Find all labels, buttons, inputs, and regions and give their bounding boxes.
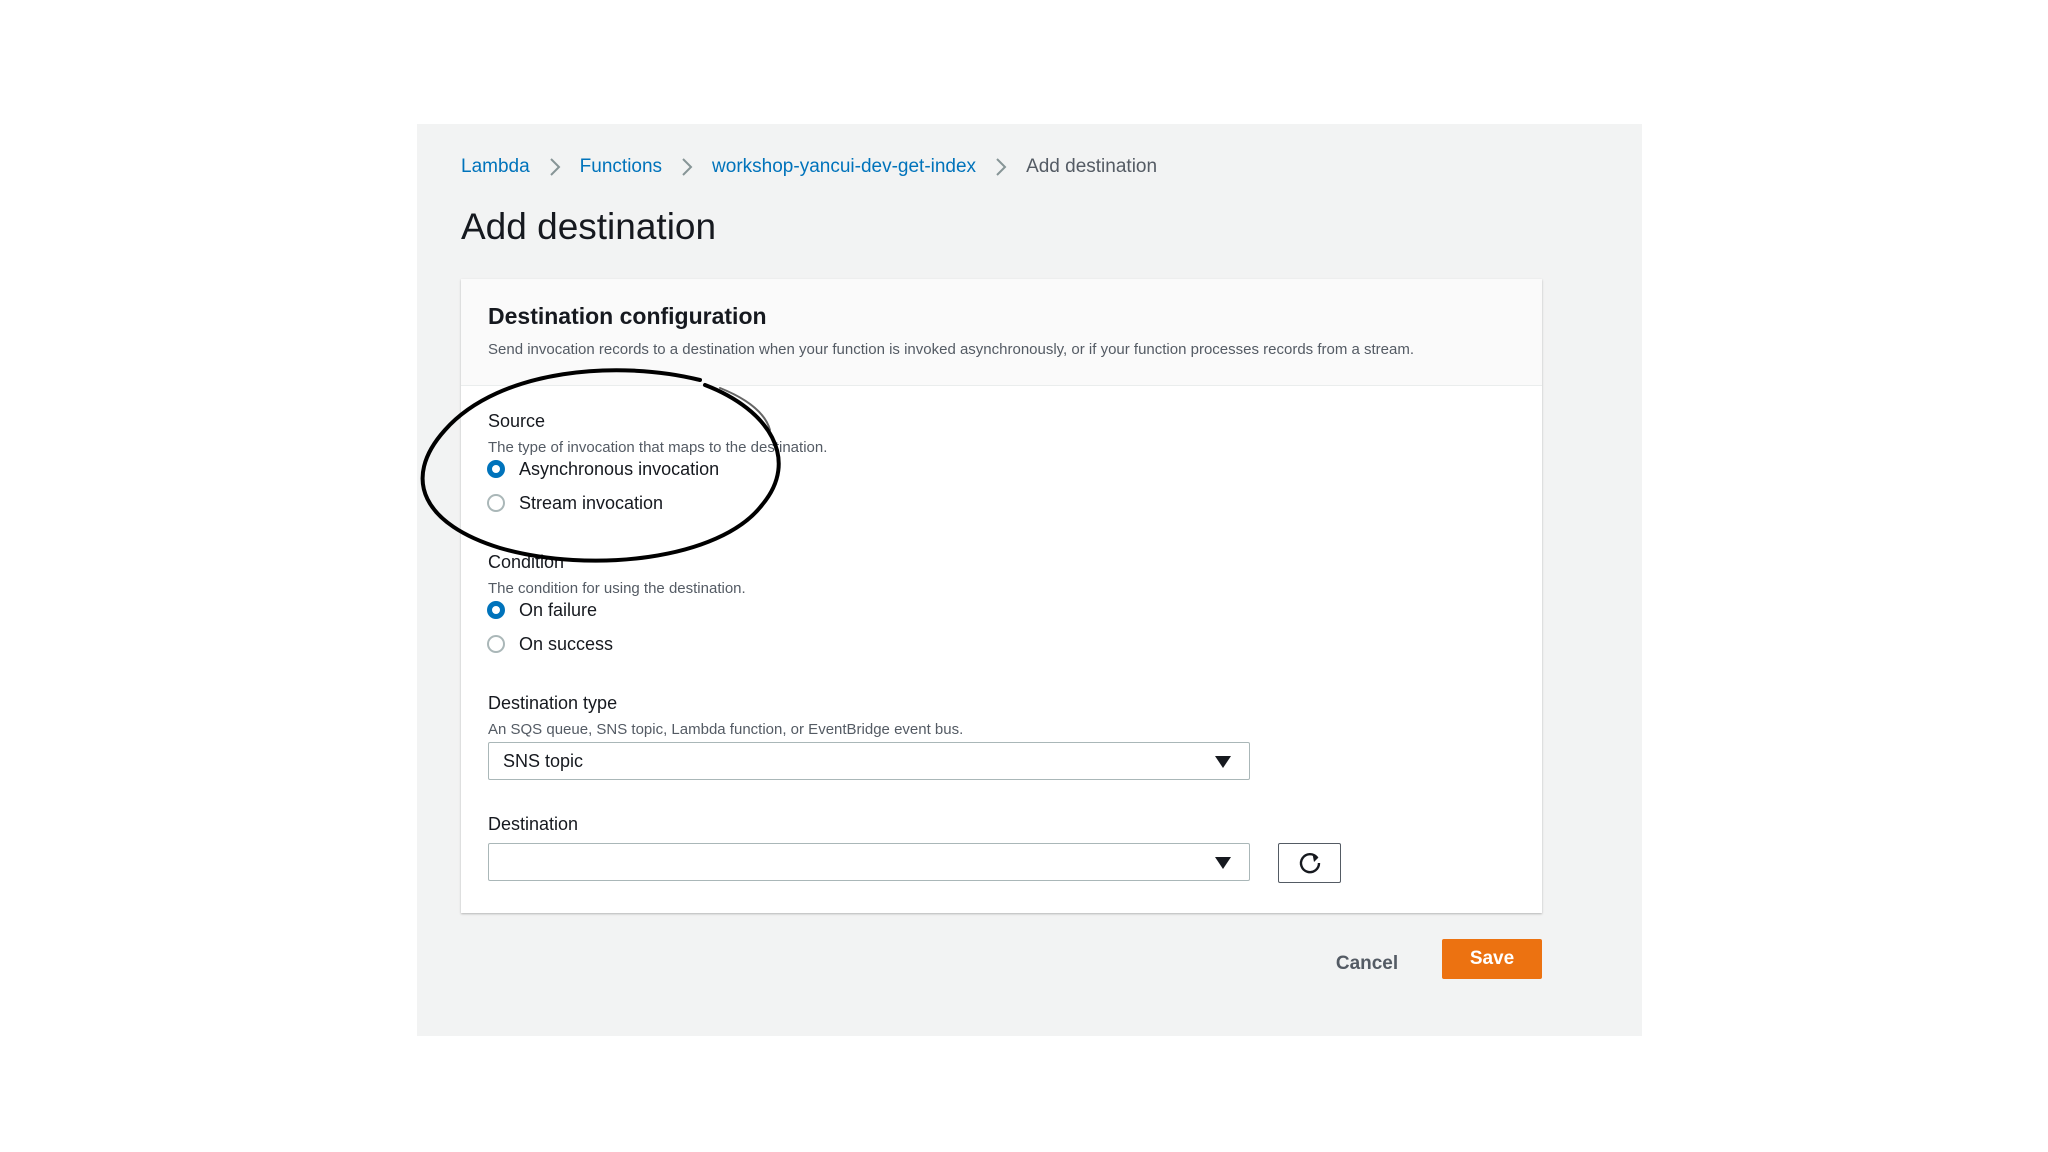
refresh-icon <box>1299 852 1320 874</box>
chevron-right-icon <box>530 155 580 179</box>
caret-down-icon <box>1215 857 1231 869</box>
panel-title: Destination configuration <box>488 303 767 329</box>
condition-description: The condition for using the destination. <box>488 580 746 597</box>
breadcrumb-current: Add destination <box>1026 156 1158 177</box>
panel-header: Destination configuration Send invocatio… <box>461 279 1542 386</box>
panel-description: Send invocation records to a destination… <box>488 341 1415 358</box>
destination-label: Destination <box>488 814 579 834</box>
refresh-button[interactable] <box>1278 843 1341 883</box>
destination-type-select[interactable]: SNS topic <box>488 742 1250 780</box>
caret-down-icon <box>1215 756 1231 768</box>
radio-label: On success <box>519 633 614 654</box>
destination-type-description: An SQS queue, SNS topic, Lambda function… <box>488 721 964 738</box>
page-title: Add destination <box>461 206 717 247</box>
source-description: The type of invocation that maps to the … <box>488 439 828 456</box>
radio-unchecked-icon[interactable] <box>487 494 505 512</box>
source-label: Source <box>488 411 546 431</box>
destination-select[interactable] <box>488 843 1250 881</box>
breadcrumb: Lambda Functions workshop-yancui-dev-get… <box>461 152 1157 182</box>
console-frame: Lambda Functions workshop-yancui-dev-get… <box>417 124 1642 1036</box>
radio-label: Stream invocation <box>519 492 664 513</box>
condition-label: Condition <box>488 552 565 572</box>
radio-on-success[interactable]: On success <box>487 632 613 656</box>
select-value: SNS topic <box>503 751 584 771</box>
radio-checked-icon[interactable] <box>487 601 505 619</box>
radio-label: On failure <box>519 599 598 620</box>
breadcrumb-functions[interactable]: Functions <box>580 156 662 178</box>
radio-asynchronous-invocation[interactable]: Asynchronous invocation <box>487 457 719 481</box>
chevron-right-icon <box>662 155 712 179</box>
destination-type-label: Destination type <box>488 693 618 713</box>
radio-unchecked-icon[interactable] <box>487 635 505 653</box>
radio-label: Asynchronous invocation <box>519 458 720 479</box>
radio-checked-icon[interactable] <box>487 460 505 478</box>
radio-on-failure[interactable]: On failure <box>487 598 597 622</box>
cancel-button[interactable]: Cancel <box>1322 944 1412 984</box>
chevron-right-icon <box>976 155 1026 179</box>
radio-stream-invocation[interactable]: Stream invocation <box>487 491 663 515</box>
save-button[interactable]: Save <box>1442 939 1542 979</box>
breadcrumb-function-name[interactable]: workshop-yancui-dev-get-index <box>712 156 976 178</box>
breadcrumb-lambda[interactable]: Lambda <box>461 156 530 178</box>
destination-configuration-panel: Destination configuration Send invocatio… <box>461 279 1542 913</box>
